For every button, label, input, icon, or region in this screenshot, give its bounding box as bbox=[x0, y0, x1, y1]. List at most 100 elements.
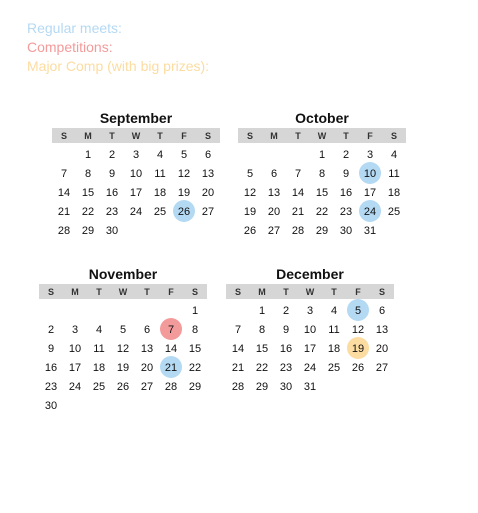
empty-cell bbox=[63, 301, 87, 320]
day-number: 1 bbox=[318, 148, 326, 161]
day-number: 29 bbox=[255, 380, 269, 393]
day-number: 25 bbox=[387, 205, 401, 218]
weekday-label: M bbox=[270, 130, 278, 141]
day-number: 14 bbox=[164, 342, 178, 355]
day-cell: 16 bbox=[274, 339, 298, 358]
day-cell: 17 bbox=[124, 183, 148, 202]
day-number: 9 bbox=[47, 342, 55, 355]
legend-competitions: Competitions: bbox=[27, 39, 113, 55]
day-number: 2 bbox=[342, 148, 350, 161]
day-number: 17 bbox=[303, 342, 317, 355]
month-title: October bbox=[295, 110, 349, 126]
day-cell: 16 bbox=[100, 183, 124, 202]
day-number: 12 bbox=[351, 323, 365, 336]
day-number: 6 bbox=[378, 304, 386, 317]
day-cell: 15 bbox=[250, 339, 274, 358]
day-cell: 24 bbox=[124, 202, 148, 221]
day-cell: 26 bbox=[238, 221, 262, 240]
day-number: 22 bbox=[81, 205, 95, 218]
day-number: 19 bbox=[351, 342, 365, 355]
weekday-label: S bbox=[390, 130, 397, 141]
day-cell: 3 bbox=[63, 320, 87, 339]
day-cell: 13 bbox=[196, 164, 220, 183]
day-number: 10 bbox=[303, 323, 317, 336]
legend-major-comp: Major Comp (with big prizes): bbox=[27, 58, 210, 74]
day-cell: 23 bbox=[39, 377, 63, 396]
day-number: 30 bbox=[105, 224, 119, 237]
weekday-label: W bbox=[305, 286, 315, 297]
day-cell: 30 bbox=[100, 221, 124, 240]
day-number: 22 bbox=[255, 361, 269, 374]
day-number: 26 bbox=[351, 361, 365, 374]
day-number: 5 bbox=[246, 167, 254, 180]
day-cell: 26 bbox=[346, 358, 370, 377]
empty-cell bbox=[135, 301, 159, 320]
day-number: 19 bbox=[243, 205, 257, 218]
day-number: 1 bbox=[191, 304, 199, 317]
day-number: 21 bbox=[57, 205, 71, 218]
day-number: 18 bbox=[153, 186, 167, 199]
empty-cell bbox=[87, 301, 111, 320]
day-number: 8 bbox=[318, 167, 326, 180]
day-number: 20 bbox=[375, 342, 389, 355]
day-cell: 17 bbox=[298, 339, 322, 358]
day-number: 2 bbox=[282, 304, 290, 317]
day-cell: 18 bbox=[322, 339, 346, 358]
day-cell: 29 bbox=[250, 377, 274, 396]
day-number: 22 bbox=[188, 361, 202, 374]
day-cell: 24 bbox=[63, 377, 87, 396]
day-number: 26 bbox=[243, 224, 257, 237]
day-number: 17 bbox=[129, 186, 143, 199]
day-cell: 29 bbox=[76, 221, 100, 240]
day-cell: 23 bbox=[274, 358, 298, 377]
weekday-label: T bbox=[157, 130, 163, 141]
day-number: 13 bbox=[140, 342, 154, 355]
legend-regular-meets: Regular meets: bbox=[27, 20, 122, 36]
day-number: 4 bbox=[95, 323, 103, 336]
day-cell: 30 bbox=[334, 221, 358, 240]
day-cell: 18 bbox=[148, 183, 172, 202]
day-cell: 28 bbox=[52, 221, 76, 240]
day-number: 10 bbox=[68, 342, 82, 355]
day-cell: 13 bbox=[370, 320, 394, 339]
weekday-label: M bbox=[258, 286, 266, 297]
day-number: 4 bbox=[330, 304, 338, 317]
day-cell: 10 bbox=[358, 162, 382, 184]
day-cell: 22 bbox=[250, 358, 274, 377]
day-cell: 29 bbox=[310, 221, 334, 240]
empty-cell bbox=[262, 145, 286, 164]
day-number: 17 bbox=[68, 361, 82, 374]
month-title: November bbox=[88, 266, 158, 282]
day-cell: 2 bbox=[39, 320, 63, 339]
day-number: 7 bbox=[167, 323, 175, 336]
day-cell: 28 bbox=[286, 221, 310, 240]
day-number: 5 bbox=[119, 323, 127, 336]
month-december: December SMTWTFS 1 2 3 4 5 6 7 8 9 10 11 12 13 14 15 16… bbox=[226, 264, 394, 396]
legend: Regular meets: Competitions: Major Comp … bbox=[27, 19, 209, 76]
day-cell: 14 bbox=[286, 183, 310, 202]
day-number: 25 bbox=[327, 361, 341, 374]
day-number: 15 bbox=[315, 186, 329, 199]
day-cell: 20 bbox=[262, 202, 286, 221]
day-cell: 1 bbox=[250, 301, 274, 320]
day-number: 19 bbox=[177, 186, 191, 199]
day-cell: 16 bbox=[39, 358, 63, 377]
month-title: December bbox=[276, 266, 344, 282]
day-number: 16 bbox=[105, 186, 119, 199]
day-cell: 6 bbox=[370, 301, 394, 320]
day-cell: 23 bbox=[334, 202, 358, 221]
day-cell: 14 bbox=[52, 183, 76, 202]
day-cell: 8 bbox=[76, 164, 100, 183]
day-cell: 1 bbox=[310, 145, 334, 164]
day-number: 16 bbox=[339, 186, 353, 199]
day-number: 14 bbox=[231, 342, 245, 355]
day-number: 13 bbox=[201, 167, 215, 180]
day-number: 13 bbox=[375, 323, 389, 336]
weekday-label: M bbox=[84, 130, 92, 141]
day-number: 26 bbox=[177, 205, 191, 218]
day-number: 3 bbox=[71, 323, 79, 336]
empty-cell bbox=[39, 301, 63, 320]
day-cell: 25 bbox=[382, 202, 406, 221]
day-cell: 30 bbox=[39, 396, 63, 415]
weekday-label: F bbox=[168, 286, 174, 297]
